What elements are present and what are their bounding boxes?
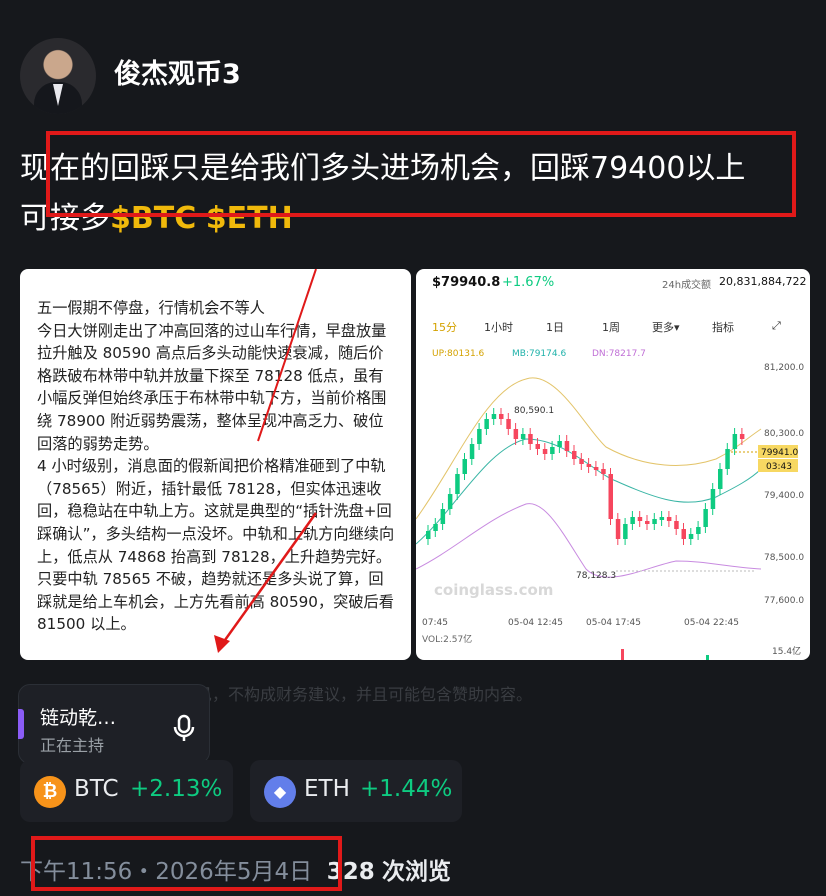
candle-body [579, 459, 584, 464]
candle-body [601, 469, 606, 474]
author-avatar[interactable] [20, 38, 96, 114]
highlight-box-post [46, 131, 796, 217]
candle-body [652, 519, 657, 524]
candle-body [506, 419, 511, 429]
candle-body [739, 434, 745, 439]
candle-body [645, 521, 650, 524]
candle-body [674, 521, 679, 529]
candle-body [593, 467, 599, 470]
y-axis-labels: 81,200.0 80,300.0 79,400.0 78,500.0 77,6… [764, 363, 804, 657]
microphone-icon[interactable] [169, 713, 199, 743]
candle-body [455, 474, 460, 494]
highlight-box-timestamp [31, 836, 342, 891]
bollinger-middle [416, 438, 762, 545]
y-label-79400: 79,400.0 [764, 491, 804, 501]
chart-image[interactable]: $79940.8 +1.67% 24h成交额 20,831,884,722 15… [416, 269, 810, 660]
coin-change-btc: +2.13% [130, 776, 223, 802]
view-label: 次浏览 [382, 859, 452, 885]
analysis-image[interactable]: 五一假期不停盘，行情机会不等人 今日大饼刚走出了冲高回落的过山车行情，早盘放量拉… [20, 269, 411, 660]
candle-body [659, 517, 665, 520]
low-label: 78,128.3 [576, 571, 616, 581]
eth-icon: ◆ [264, 776, 296, 808]
candle-body [630, 517, 635, 524]
candle-body [447, 494, 453, 509]
live-title: 链动乾… [40, 707, 117, 729]
bollinger-upper [416, 377, 762, 520]
chart-vol-note: VOL:2.57亿 [422, 635, 473, 645]
candle-body [608, 474, 613, 519]
candle-body [564, 441, 570, 451]
y-label-81200: 81,200.0 [764, 363, 804, 373]
coin-pill-eth[interactable]: ◆ ETH +1.44% [250, 760, 462, 822]
candle-body [469, 444, 475, 459]
candle-body [688, 534, 694, 539]
candle-body [557, 441, 562, 447]
candle-body [637, 517, 643, 521]
countdown-text: 03:43 [766, 462, 792, 472]
candle-body [484, 419, 489, 429]
candle-body [462, 459, 467, 474]
x-label-1245: 05-04 12:45 [508, 618, 563, 628]
candle-body [491, 414, 497, 419]
candle-body [520, 434, 526, 439]
candle-body [542, 449, 548, 454]
coin-pill-btc[interactable]: ₿ BTC +2.13% [20, 760, 233, 822]
candle-body [725, 449, 730, 469]
x-label-0745: 07:45 [422, 618, 448, 628]
candle-body [477, 429, 482, 444]
last-price-text: 79941.0 [761, 448, 798, 458]
bollinger-lower [416, 503, 762, 578]
live-subtitle: 正在主持 [40, 736, 105, 755]
live-widget[interactable]: 链动乾… 正在主持 [18, 684, 210, 764]
candle-body [586, 464, 592, 467]
candle-body [440, 509, 446, 524]
y-label-volume: 15.4亿 [772, 645, 801, 657]
candle-body [550, 447, 555, 454]
candle-body [499, 414, 504, 419]
y-label-80300: 80,300.0 [764, 429, 804, 439]
candlestick-chart: 81,200.0 80,300.0 79,400.0 78,500.0 77,6… [416, 363, 804, 660]
candle-body [513, 429, 519, 439]
y-label-77600: 77,600.0 [764, 596, 804, 606]
author-name[interactable]: 俊杰观币3 [114, 52, 241, 91]
candle-body [535, 444, 540, 449]
candle-body [696, 527, 701, 534]
coin-symbol-eth: ETH [304, 776, 350, 802]
candle-body [710, 489, 716, 509]
red-arrow-annotation [214, 269, 318, 653]
x-label-2245: 05-04 22:45 [684, 618, 739, 628]
candle-body [703, 509, 708, 527]
candle-body [666, 517, 672, 521]
y-label-78500: 78,500.0 [764, 553, 804, 563]
coin-symbol-btc: BTC [74, 776, 119, 802]
candle-body [426, 531, 431, 539]
candle-body [732, 434, 738, 449]
candle-body [615, 519, 621, 539]
candle-body [623, 524, 628, 539]
coin-change-eth: +1.44% [360, 776, 453, 802]
candle-body [718, 469, 723, 489]
high-label: 80,590.1 [514, 406, 554, 416]
chart-watermark: coinglass.com [434, 581, 554, 599]
live-accent-bar [18, 709, 24, 739]
candle-body [528, 434, 533, 444]
candle-body [681, 529, 686, 539]
x-label-1745: 05-04 17:45 [586, 618, 641, 628]
candle-body [433, 524, 438, 531]
btc-icon: ₿ [34, 776, 66, 808]
candle-body [572, 451, 577, 459]
